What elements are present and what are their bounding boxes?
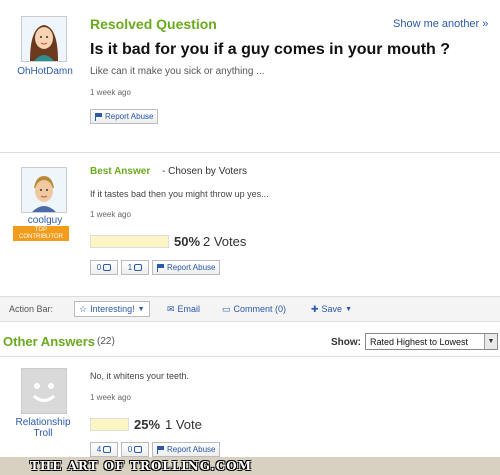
comment-label: Comment (0): [233, 304, 287, 314]
question-time: 1 week ago: [90, 88, 131, 97]
email-button[interactable]: ✉ Email: [167, 301, 200, 317]
answer-time: 1 week ago: [90, 393, 131, 402]
chevron-down-icon: ▼: [484, 334, 497, 349]
thumbs-up-count: 0: [96, 263, 102, 272]
vote-percent: 50%: [174, 234, 201, 249]
sort-select[interactable]: Rated Highest to Lowest ▼: [365, 333, 498, 350]
chevron-down-icon: ▼: [345, 305, 352, 313]
question-title: Is it bad for you if a guy comes in your…: [90, 41, 451, 58]
interesting-label: Interesting!: [90, 304, 135, 314]
save-button[interactable]: ✚ Save ▼: [311, 301, 352, 317]
vote-count: 1 Vote: [165, 417, 202, 432]
show-another-link[interactable]: Show me another »: [393, 18, 488, 30]
thumbs-down-button[interactable]: 0: [121, 442, 149, 457]
report-abuse-label: Report Abuse: [105, 112, 154, 121]
vote-bar: [90, 418, 129, 431]
question-block: OhHotDamn Resolved Question Show me anot…: [0, 0, 500, 150]
thumbs-down-button[interactable]: 1: [121, 260, 149, 275]
envelope-icon: ✉: [167, 303, 175, 314]
report-abuse-button[interactable]: Report Abuse: [152, 442, 221, 457]
flag-icon: [157, 263, 164, 272]
top-contributor-badge: TOP CONTRIBUTOR: [13, 226, 69, 241]
thumbs-up-count: 4: [96, 445, 102, 454]
star-icon: ☆: [79, 303, 88, 314]
best-answer-text: If it tastes bad then you might throw up…: [90, 189, 269, 199]
sort-select-value: Rated Highest to Lowest: [370, 336, 469, 347]
divider: [0, 152, 500, 153]
save-label: Save: [321, 304, 343, 314]
report-abuse-label: Report Abuse: [167, 263, 216, 272]
answerer-name[interactable]: coolguy: [8, 215, 82, 226]
sort-label: Show:: [331, 337, 361, 348]
answerer-name[interactable]: Relationship Troll: [8, 417, 78, 439]
plus-icon: ✚: [311, 303, 319, 314]
chevron-down-icon: ▼: [137, 305, 145, 313]
watermark-strip: THE ART OF TROLLING.COM: [0, 457, 500, 475]
thumbs-down-icon: [134, 264, 143, 271]
vote-bar: [90, 235, 169, 248]
thumbs-up-icon: [103, 446, 112, 453]
vote-count: 2 Votes: [203, 234, 247, 249]
other-answers-title: Other Answers: [3, 334, 95, 349]
asker-avatar[interactable]: [21, 16, 67, 62]
answer-text: No, it whitens your teeth.: [90, 371, 190, 381]
thumbs-down-icon: [134, 446, 143, 453]
thumbs-up-button[interactable]: 4: [90, 442, 118, 457]
interesting-button[interactable]: ☆ Interesting! ▼: [74, 301, 150, 317]
thumbs-down-count: 0: [127, 445, 133, 454]
comment-icon: ▭: [222, 303, 231, 314]
flag-icon: [157, 445, 164, 454]
email-label: Email: [177, 304, 201, 314]
asker-name[interactable]: OhHotDamn: [8, 66, 82, 77]
vote-percent: 25%: [134, 417, 161, 432]
action-bar-label: Action Bar:: [9, 304, 54, 314]
question-body: Like can it make you sick or anything ..…: [90, 66, 265, 77]
comment-button[interactable]: ▭ Comment (0): [222, 301, 286, 317]
best-answer-time: 1 week ago: [90, 210, 131, 219]
divider: [0, 356, 500, 357]
other-answers-count: (22): [97, 336, 115, 347]
action-bar: Action Bar: ☆ Interesting! ▼ ✉ Email ▭ C…: [0, 296, 500, 322]
answerer-avatar[interactable]: [21, 368, 67, 414]
thumbs-up-button[interactable]: 0: [90, 260, 118, 275]
thumbs-down-count: 1: [127, 263, 133, 272]
flag-icon: [95, 112, 102, 121]
question-status: Resolved Question: [90, 16, 217, 32]
answerer-avatar[interactable]: [21, 167, 67, 213]
thumbs-up-icon: [103, 264, 112, 271]
report-abuse-button[interactable]: Report Abuse: [152, 260, 221, 275]
female-avatar-icon: [22, 17, 66, 61]
watermark-text: THE ART OF TROLLING.COM: [30, 459, 253, 473]
best-answer-label: Best Answer: [90, 166, 151, 177]
default-avatar-icon: [22, 369, 66, 413]
chosen-by-label: - Chosen by Voters: [162, 166, 248, 177]
report-abuse-button[interactable]: Report Abuse: [90, 109, 159, 124]
male-avatar-icon: [22, 168, 66, 212]
report-abuse-label: Report Abuse: [167, 445, 216, 454]
